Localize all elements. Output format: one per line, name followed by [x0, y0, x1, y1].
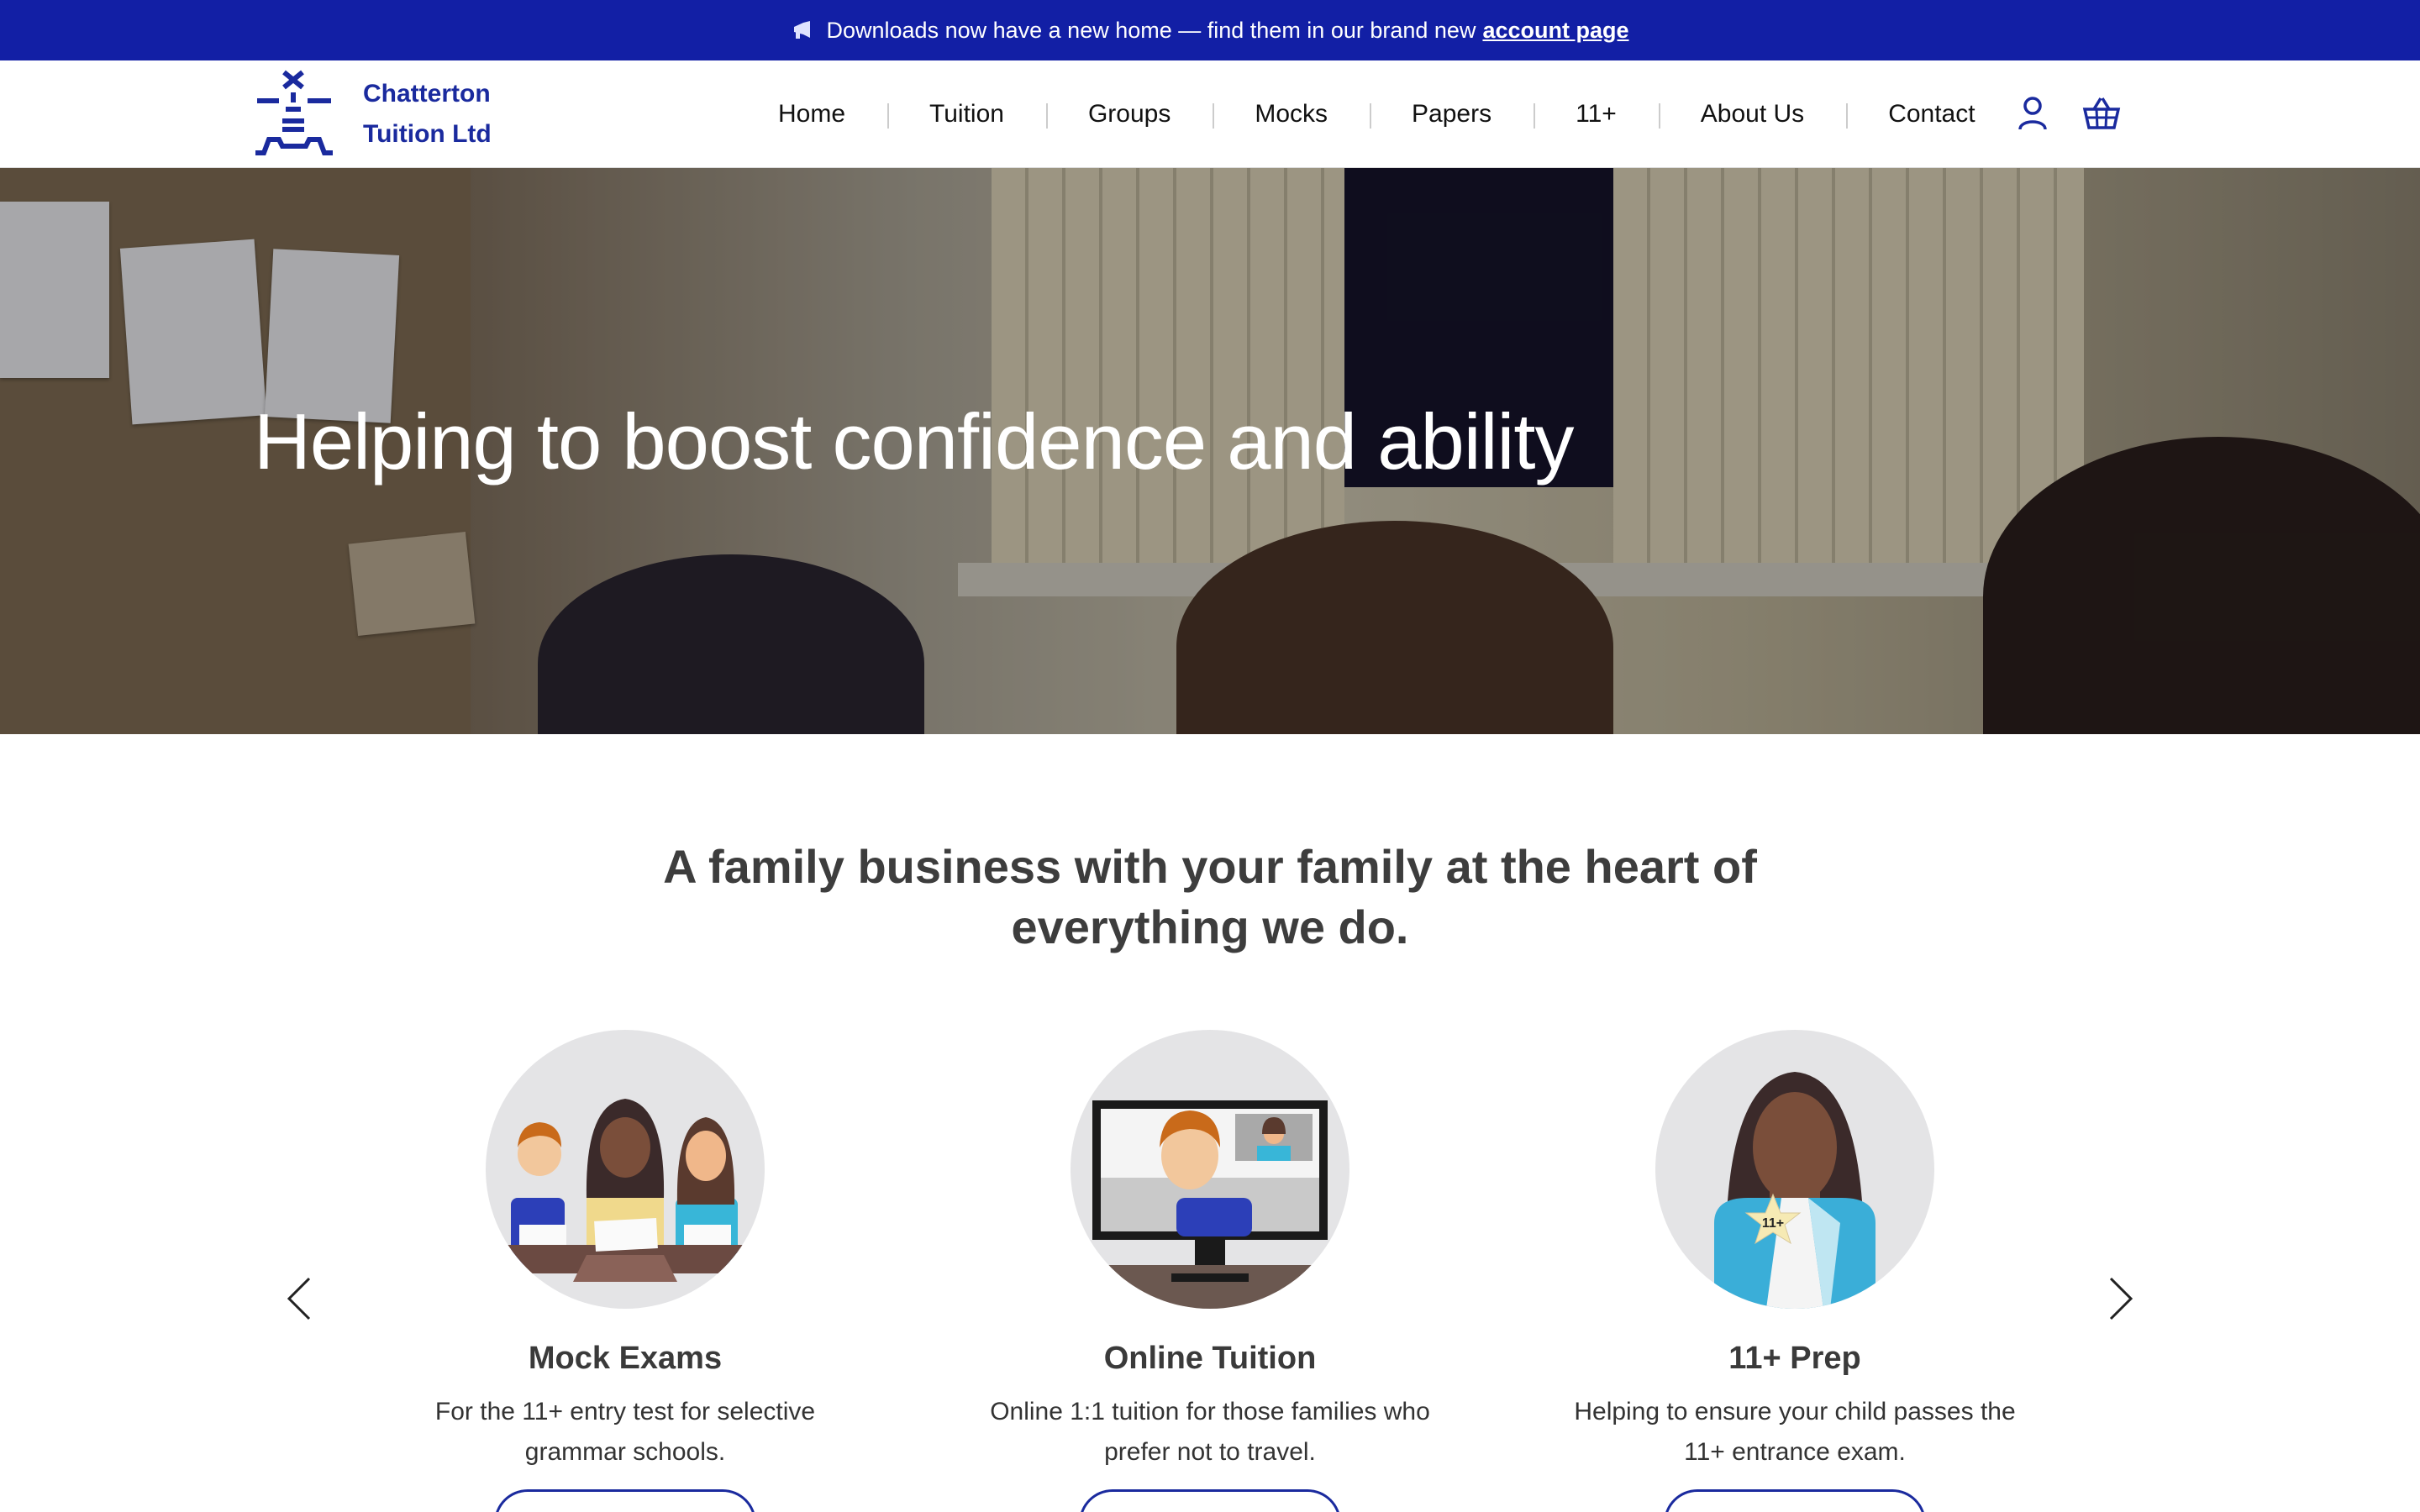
announcement-bar: Downloads now have a new home — find the… [0, 0, 2420, 60]
card-text-11plus-prep: Helping to ensure your child passes the … [1574, 1398, 2016, 1466]
account-page-link[interactable]: account page [1482, 18, 1628, 44]
hero-banner: Helping to boost confidence and ability [0, 168, 2420, 734]
service-card-mock-exams[interactable]: Mock Exams For the 11+ entry test for se… [390, 1030, 860, 1512]
carousel-next-arrow-icon[interactable] [2104, 1275, 2138, 1322]
service-card-11plus-prep[interactable]: 11+ 11+ Prep Helping to ensure your chil… [1560, 1030, 2030, 1512]
card-title-11plus-prep: 11+ Prep [1728, 1341, 1861, 1376]
header-icons [2013, 94, 2121, 133]
nav-item-11plus[interactable]: 11+ [1534, 100, 1659, 129]
announcement-text: Downloads now have a new home — find the… [826, 17, 1476, 43]
online-tuition-illustration [1071, 1030, 1349, 1309]
service-card-online-tuition[interactable]: Online Tuition Online 1:1 tuition for th… [975, 1030, 1445, 1512]
hero-title: Helping to boost confidence and ability [254, 397, 1575, 486]
nav-item-papers[interactable]: Papers [1370, 100, 1534, 129]
card-title-online-tuition: Online Tuition [1103, 1341, 1317, 1376]
site-logo[interactable]: Chatterton Tuition Ltd [252, 69, 492, 160]
card-title-mock-exams: Mock Exams [528, 1341, 723, 1376]
megaphone-icon [793, 21, 810, 39]
nav-item-tuition[interactable]: Tuition [887, 100, 1046, 129]
account-icon[interactable] [2013, 94, 2052, 133]
page-tagline: A family business with your family at th… [663, 840, 1757, 953]
brand-name-line2: Tuition Ltd [363, 120, 492, 148]
mock-exams-illustration [486, 1030, 765, 1309]
card-button-11plus-prep[interactable] [1664, 1489, 1926, 1512]
nav-item-contact[interactable]: Contact [1846, 100, 2017, 129]
carousel-prev-arrow-icon[interactable] [282, 1275, 316, 1322]
video-call-icon [1071, 1100, 1349, 1309]
nav-item-groups[interactable]: Groups [1045, 100, 1213, 129]
brand-name-line1: Chatterton [363, 80, 491, 108]
nav-item-mocks[interactable]: Mocks [1213, 100, 1370, 129]
card-button-mock-exams[interactable] [494, 1489, 756, 1512]
prep-badge-label: 11+ [1762, 1216, 1784, 1231]
11plus-prep-illustration: 11+ [1655, 1030, 1934, 1309]
nav-item-home[interactable]: Home [736, 100, 887, 129]
site-header: Chatterton Tuition Ltd Home Tuition Grou… [0, 60, 2420, 168]
nav-item-about-us[interactable]: About Us [1658, 100, 1846, 129]
basket-icon[interactable] [2082, 94, 2121, 133]
card-button-online-tuition[interactable] [1079, 1489, 1341, 1512]
main-nav: Home Tuition Groups Mocks Papers 11+ Abo… [736, 60, 2018, 168]
logo-icon [255, 70, 333, 155]
card-text-mock-exams: For the 11+ entry test for selective gra… [434, 1398, 816, 1466]
exam-students-icon [497, 1099, 753, 1282]
card-text-online-tuition: Online 1:1 tuition for those families wh… [990, 1398, 1430, 1466]
student-star-icon: 11+ [1714, 1072, 1876, 1309]
brand-name: Chatterton Tuition Ltd [363, 74, 492, 155]
